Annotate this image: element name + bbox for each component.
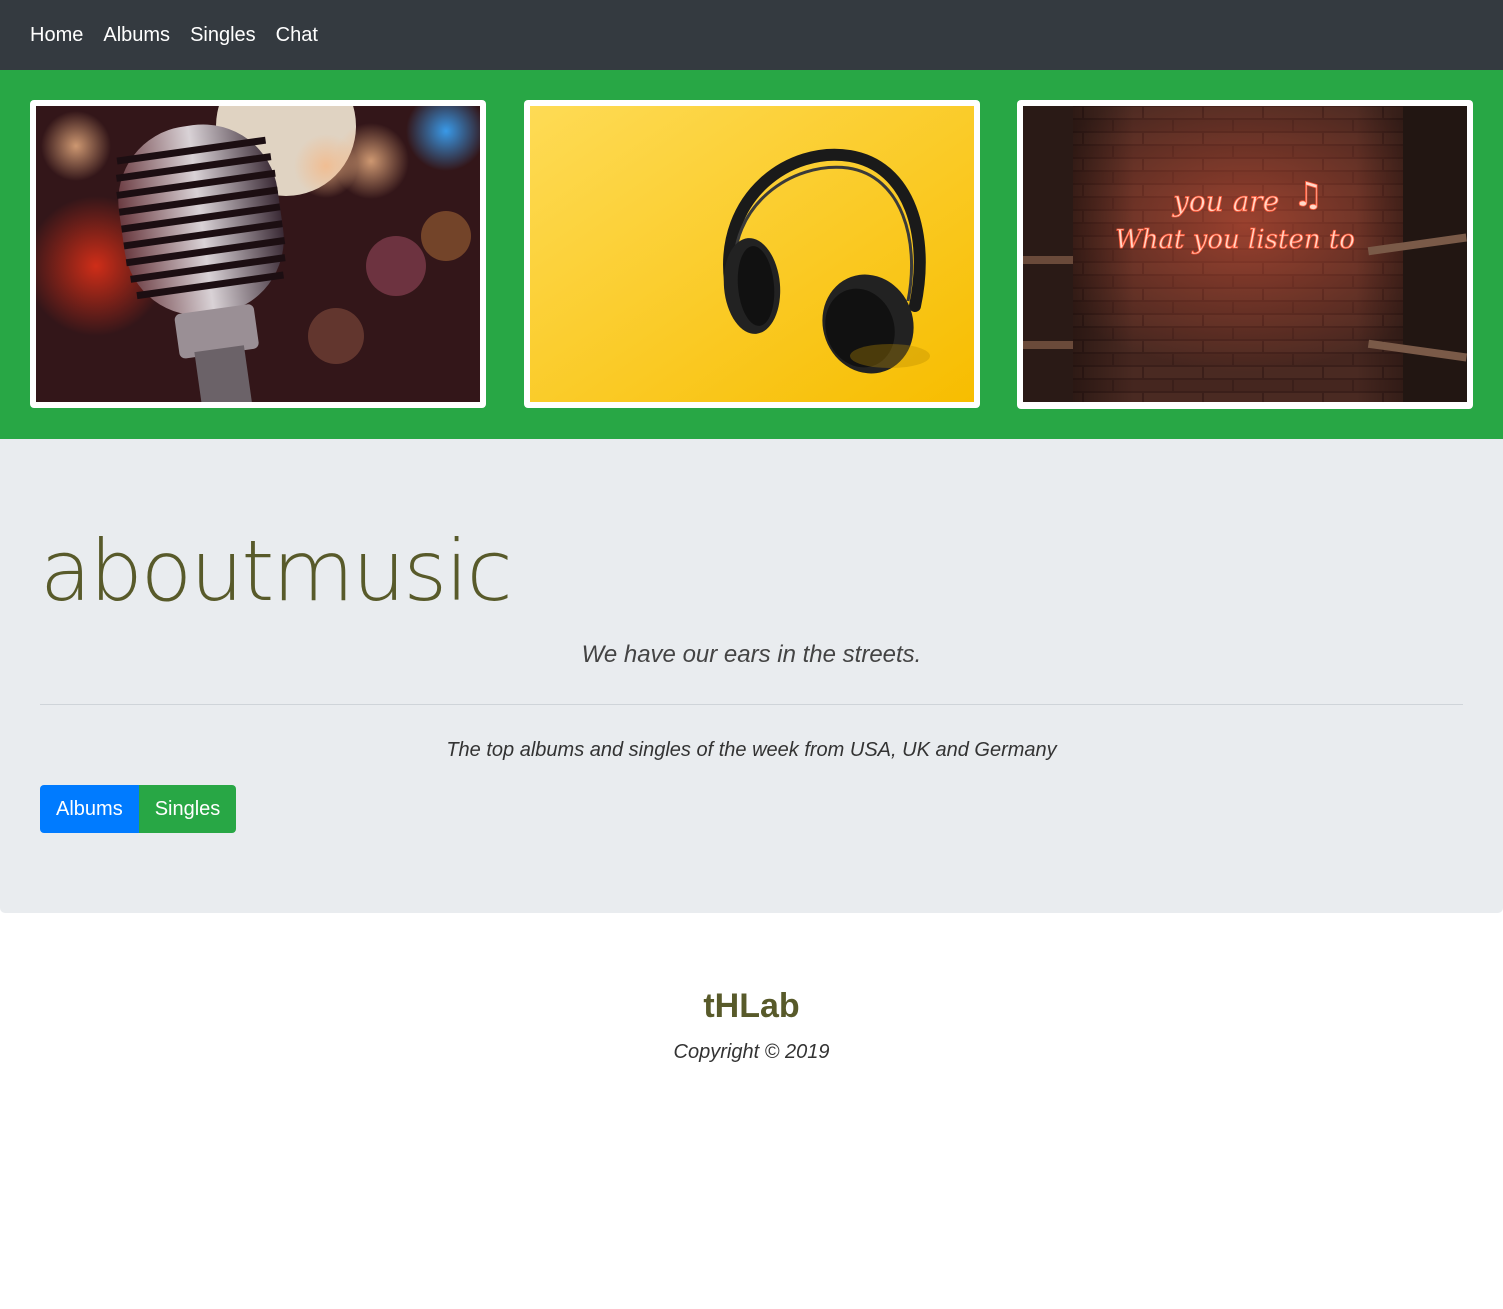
lead-text: The top albums and singles of the week f… (446, 739, 1057, 761)
singles-button[interactable]: Singles (138, 785, 237, 833)
top-navbar: Home Albums Singles Chat (0, 0, 1503, 70)
category-button-group: Albums Singles (40, 785, 237, 833)
page-title: aboutmusic (40, 522, 513, 620)
gallery-card-neon-sign: you are ♫ What you listen to (1017, 100, 1473, 409)
tagline: We have our ears in the streets. (581, 641, 922, 668)
gallery-card-microphone (30, 100, 486, 408)
gallery-card-headphones (524, 100, 980, 408)
music-note-icon: ♫ (1293, 175, 1323, 215)
headphones-photo (530, 106, 974, 402)
divider (40, 704, 1463, 705)
nav-chat-link[interactable]: Chat (276, 24, 318, 47)
nav-singles-link[interactable]: Singles (190, 24, 256, 47)
image-gallery: you are ♫ What you listen to (0, 70, 1503, 439)
neon-sign-photo: you are ♫ What you listen to (1023, 106, 1467, 402)
hero-jumbotron: aboutmusic We have our ears in the stree… (0, 439, 1503, 913)
nav-home-link[interactable]: Home (30, 24, 83, 47)
footer-brand: tHLab (703, 987, 800, 1025)
page-footer: tHLab Copyright © 2019 (0, 913, 1503, 1309)
copyright-text: Copyright © 2019 (673, 1041, 830, 1063)
microphone-photo (36, 106, 480, 402)
nav-albums-link[interactable]: Albums (103, 24, 170, 47)
neon-text-line1: you are (1171, 185, 1279, 218)
albums-button[interactable]: Albums (40, 785, 139, 833)
neon-text-line2: What you listen to (1115, 225, 1355, 255)
